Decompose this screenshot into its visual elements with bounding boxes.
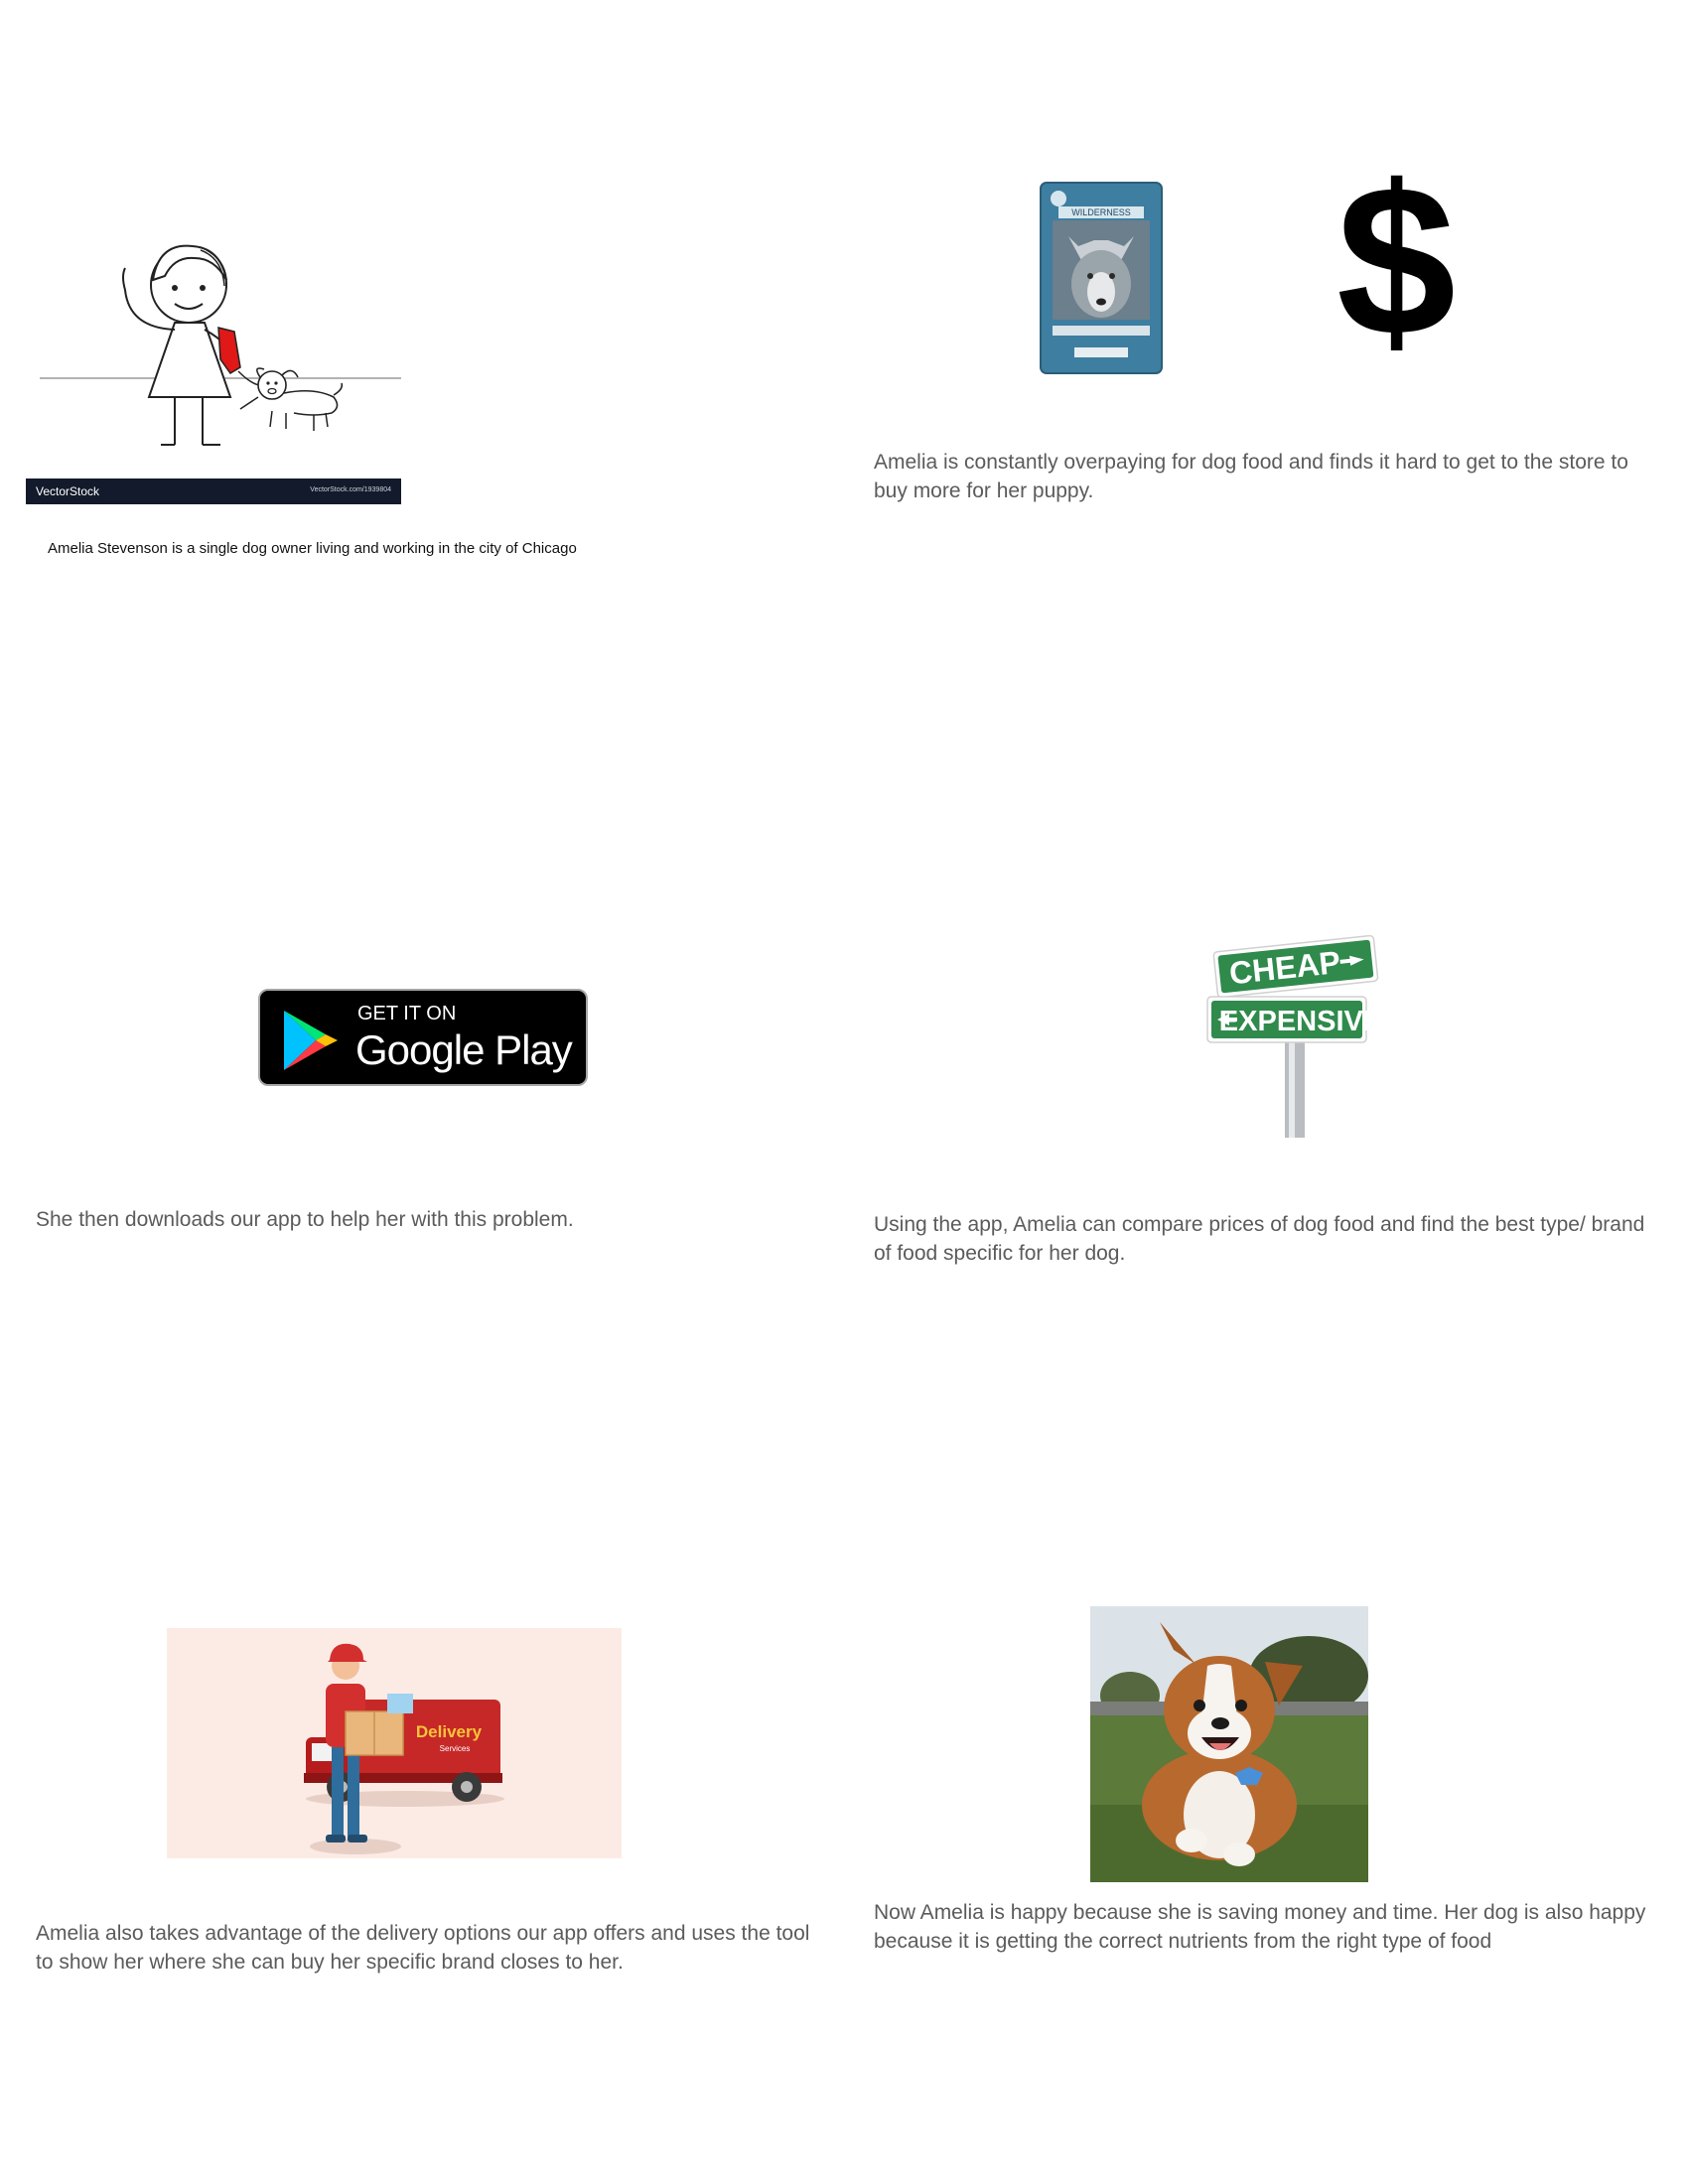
- badge-top-text: GET IT ON: [357, 1003, 457, 1024]
- panel2-caption: Amelia is constantly overpaying for dog …: [874, 451, 1628, 502]
- watermark-brand: VectorStock: [36, 484, 100, 498]
- truck-delivery-text: Delivery: [416, 1722, 483, 1741]
- delivery-illustration: Delivery Services: [167, 1628, 622, 1858]
- panel6-caption: Now Amelia is happy because she is savin…: [874, 1901, 1646, 1953]
- dog-food-bag-image: WILDERNESS: [1040, 182, 1163, 374]
- sign-expensive-text: EXPENSIVE: [1219, 1006, 1380, 1037]
- bag-brand-text: WILDERNESS: [1071, 207, 1131, 217]
- badge-bottom-text: Google Play: [355, 1026, 573, 1073]
- panel1-caption: Amelia Stevenson is a single dog owner l…: [48, 540, 577, 557]
- google-play-badge[interactable]: GET IT ON Google Play: [258, 989, 588, 1086]
- google-play-icon: [284, 1011, 338, 1070]
- panel5-caption: Amelia also takes advantage of the deliv…: [36, 1922, 810, 1974]
- panel3-caption: She then downloads our app to help her w…: [36, 1208, 574, 1231]
- happy-puppy-photo: [1090, 1606, 1368, 1882]
- truck-services-text: Services: [440, 1744, 471, 1753]
- cheap-expensive-sign-image: CHEAP EXPENSIVE: [1206, 934, 1380, 1138]
- vectorstock-watermark-bar: VectorStock VectorStock.com/1939804: [26, 478, 401, 504]
- panel4-caption: Using the app, Amelia can compare prices…: [874, 1213, 1645, 1265]
- dollar-sign-icon: $: [1336, 140, 1457, 380]
- watermark-url: VectorStock.com/1939804: [310, 486, 391, 493]
- woman-and-dog-illustration: [40, 244, 401, 446]
